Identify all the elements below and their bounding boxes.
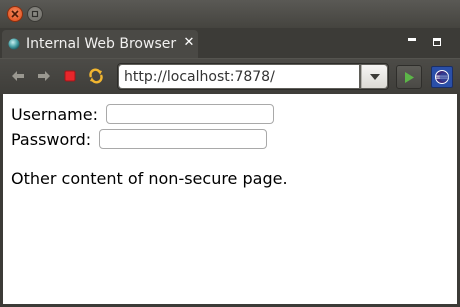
- tab-close-button[interactable]: ✕: [182, 35, 196, 51]
- refresh-icon: [89, 68, 103, 84]
- eclipse-button[interactable]: [431, 66, 453, 88]
- username-label: Username:: [11, 104, 98, 124]
- title-bar: [0, 0, 460, 28]
- tab-bar: Internal Web Browser ✕: [0, 28, 460, 58]
- stop-icon: [64, 70, 76, 82]
- password-field[interactable]: [99, 129, 268, 149]
- go-button[interactable]: [396, 65, 422, 89]
- url-input[interactable]: [119, 65, 359, 88]
- navigation-toolbar: [0, 58, 460, 94]
- url-history-dropdown[interactable]: [361, 65, 387, 88]
- address-bar: [117, 63, 389, 90]
- username-field[interactable]: [105, 104, 274, 124]
- globe-icon: [8, 38, 20, 50]
- chevron-down-icon: [369, 73, 380, 80]
- forward-arrow-icon: [38, 71, 50, 81]
- tab-internal-web-browser[interactable]: Internal Web Browser ✕: [2, 30, 198, 58]
- password-label: Password:: [11, 129, 92, 149]
- window-minimize-button[interactable]: [27, 6, 43, 22]
- close-icon: [11, 10, 19, 18]
- back-button[interactable]: [9, 67, 27, 85]
- tab-title: Internal Web Browser: [26, 36, 177, 52]
- forward-button[interactable]: [35, 67, 53, 85]
- view-maximize-icon[interactable]: [433, 38, 441, 46]
- page-content: Username: Password: Other content of non…: [3, 94, 457, 304]
- refresh-button[interactable]: [87, 67, 105, 85]
- eclipse-icon: [435, 70, 449, 84]
- stop-button[interactable]: [61, 67, 79, 85]
- go-arrow-icon: [405, 71, 414, 83]
- password-row: Password:: [11, 128, 268, 150]
- minimize-icon: [31, 10, 39, 18]
- back-arrow-icon: [12, 71, 24, 81]
- page-body-text: Other content of non-secure page.: [11, 169, 288, 188]
- view-minimize-icon[interactable]: [408, 38, 416, 41]
- username-row: Username:: [11, 103, 274, 125]
- browser-window: Internal Web Browser ✕ http://localhost:…: [0, 0, 460, 307]
- window-close-button[interactable]: [7, 6, 23, 22]
